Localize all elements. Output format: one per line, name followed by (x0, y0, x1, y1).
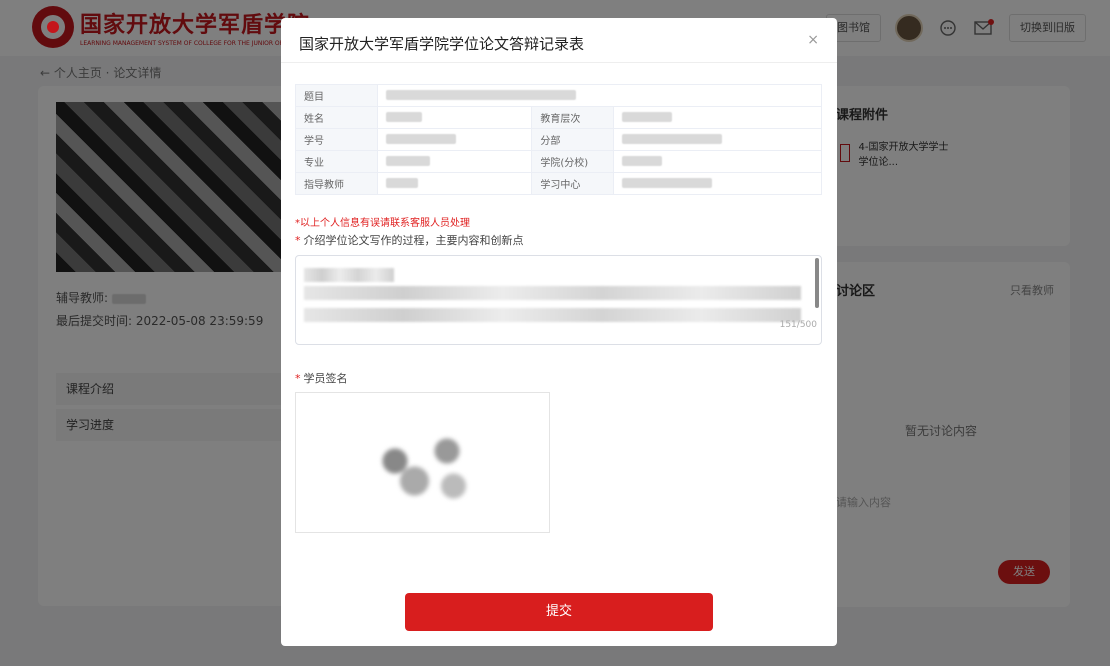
defense-record-modal: 国家开放大学军盾学院学位论文答辩记录表 × 题目 姓名 教育层次 学号 分部 专… (281, 18, 837, 646)
signature-image (295, 392, 550, 533)
topic-value (377, 84, 822, 107)
name-label: 姓名 (295, 106, 378, 129)
name-value (376, 106, 533, 129)
advisor-value (376, 172, 533, 195)
advisor-label: 指导教师 (295, 172, 378, 195)
school-label: 学院(分校) (531, 150, 615, 173)
info-warning: *以上个人信息有误请联系客服人员处理 (295, 218, 470, 229)
student-info-table: 题目 姓名 教育层次 学号 分部 专业 学院(分校) 指导教师 学习中心 (295, 84, 822, 195)
center-label: 学习中心 (531, 172, 615, 195)
branch-label: 分部 (531, 128, 615, 151)
major-label: 专业 (295, 150, 378, 173)
topic-label: 题目 (295, 84, 378, 107)
char-counter: 151/500 (779, 320, 817, 330)
school-value (613, 150, 822, 173)
student-id-label: 学号 (295, 128, 378, 151)
process-label: * 介绍学位论文写作的过程，主要内容和创新点 (295, 234, 524, 247)
edu-level-value (613, 106, 822, 129)
close-icon[interactable]: × (807, 32, 819, 48)
student-id-value (376, 128, 533, 151)
submit-button[interactable]: 提交 (405, 593, 713, 631)
textarea-scrollbar[interactable] (815, 258, 819, 308)
process-textarea[interactable]: 151/500 (295, 255, 822, 345)
major-value (376, 150, 533, 173)
branch-value (613, 128, 822, 151)
divider (281, 62, 837, 63)
center-value (613, 172, 822, 195)
edu-level-label: 教育层次 (531, 106, 615, 129)
signature-label: * 学员签名 (295, 372, 348, 385)
modal-title: 国家开放大学军盾学院学位论文答辩记录表 (299, 35, 585, 53)
